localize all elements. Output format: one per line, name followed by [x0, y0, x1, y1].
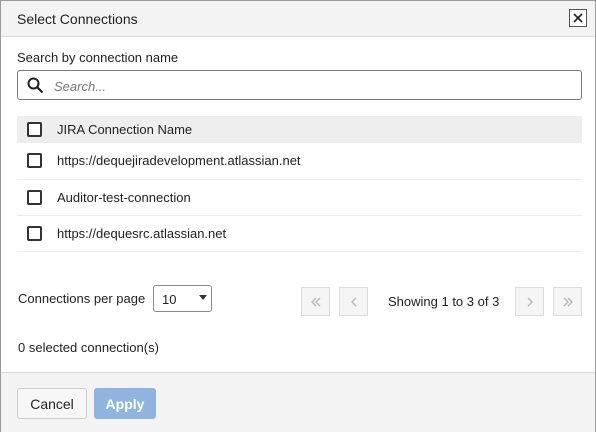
apply-button[interactable]: Apply [94, 388, 156, 419]
first-page-button[interactable] [301, 287, 330, 316]
previous-page-button[interactable] [339, 287, 368, 316]
cancel-button[interactable]: Cancel [17, 388, 87, 419]
search-field[interactable] [17, 70, 582, 100]
chevron-right-icon [527, 297, 533, 306]
dialog-title: Select Connections [17, 11, 138, 27]
search-icon [27, 77, 44, 94]
dialog-footer: Cancel Apply [1, 372, 595, 432]
row-checkbox[interactable] [27, 226, 42, 241]
search-input[interactable] [52, 75, 576, 97]
pagination-status: Showing 1 to 3 of 3 [388, 294, 500, 309]
connection-name: https://dequejiradevelopment.atlassian.n… [57, 153, 301, 168]
dialog-header: Select Connections [1, 1, 595, 37]
connection-name: https://dequesrc.atlassian.net [57, 226, 227, 241]
double-chevron-right-icon [563, 297, 573, 306]
row-checkbox[interactable] [27, 153, 42, 168]
select-connections-dialog: Select Connections Search by connection … [0, 0, 596, 432]
select-all-checkbox[interactable] [27, 122, 42, 137]
table-header-row: JIRA Connection Name [17, 116, 582, 143]
table-row: https://dequesrc.atlassian.net [17, 216, 582, 252]
column-header-connection-name: JIRA Connection Name [57, 122, 193, 137]
close-button[interactable] [569, 9, 587, 27]
next-page-button[interactable] [515, 287, 544, 316]
selected-count: 0 selected connection(s) [18, 340, 159, 355]
close-icon [573, 13, 583, 23]
connection-name: Auditor-test-connection [57, 190, 191, 205]
row-checkbox[interactable] [27, 190, 42, 205]
per-page-select[interactable]: 10 [153, 285, 212, 312]
caret-down-icon [199, 295, 207, 300]
search-label: Search by connection name [17, 50, 179, 65]
last-page-button[interactable] [553, 287, 582, 316]
chevron-left-icon [350, 297, 356, 306]
table-row: https://dequejiradevelopment.atlassian.n… [17, 143, 582, 180]
double-chevron-left-icon [310, 297, 320, 306]
connections-table: JIRA Connection Name https://dequejirade… [17, 116, 582, 252]
per-page-label: Connections per page [18, 291, 146, 306]
table-row: Auditor-test-connection [17, 180, 582, 216]
per-page-value: 10 [162, 292, 177, 307]
